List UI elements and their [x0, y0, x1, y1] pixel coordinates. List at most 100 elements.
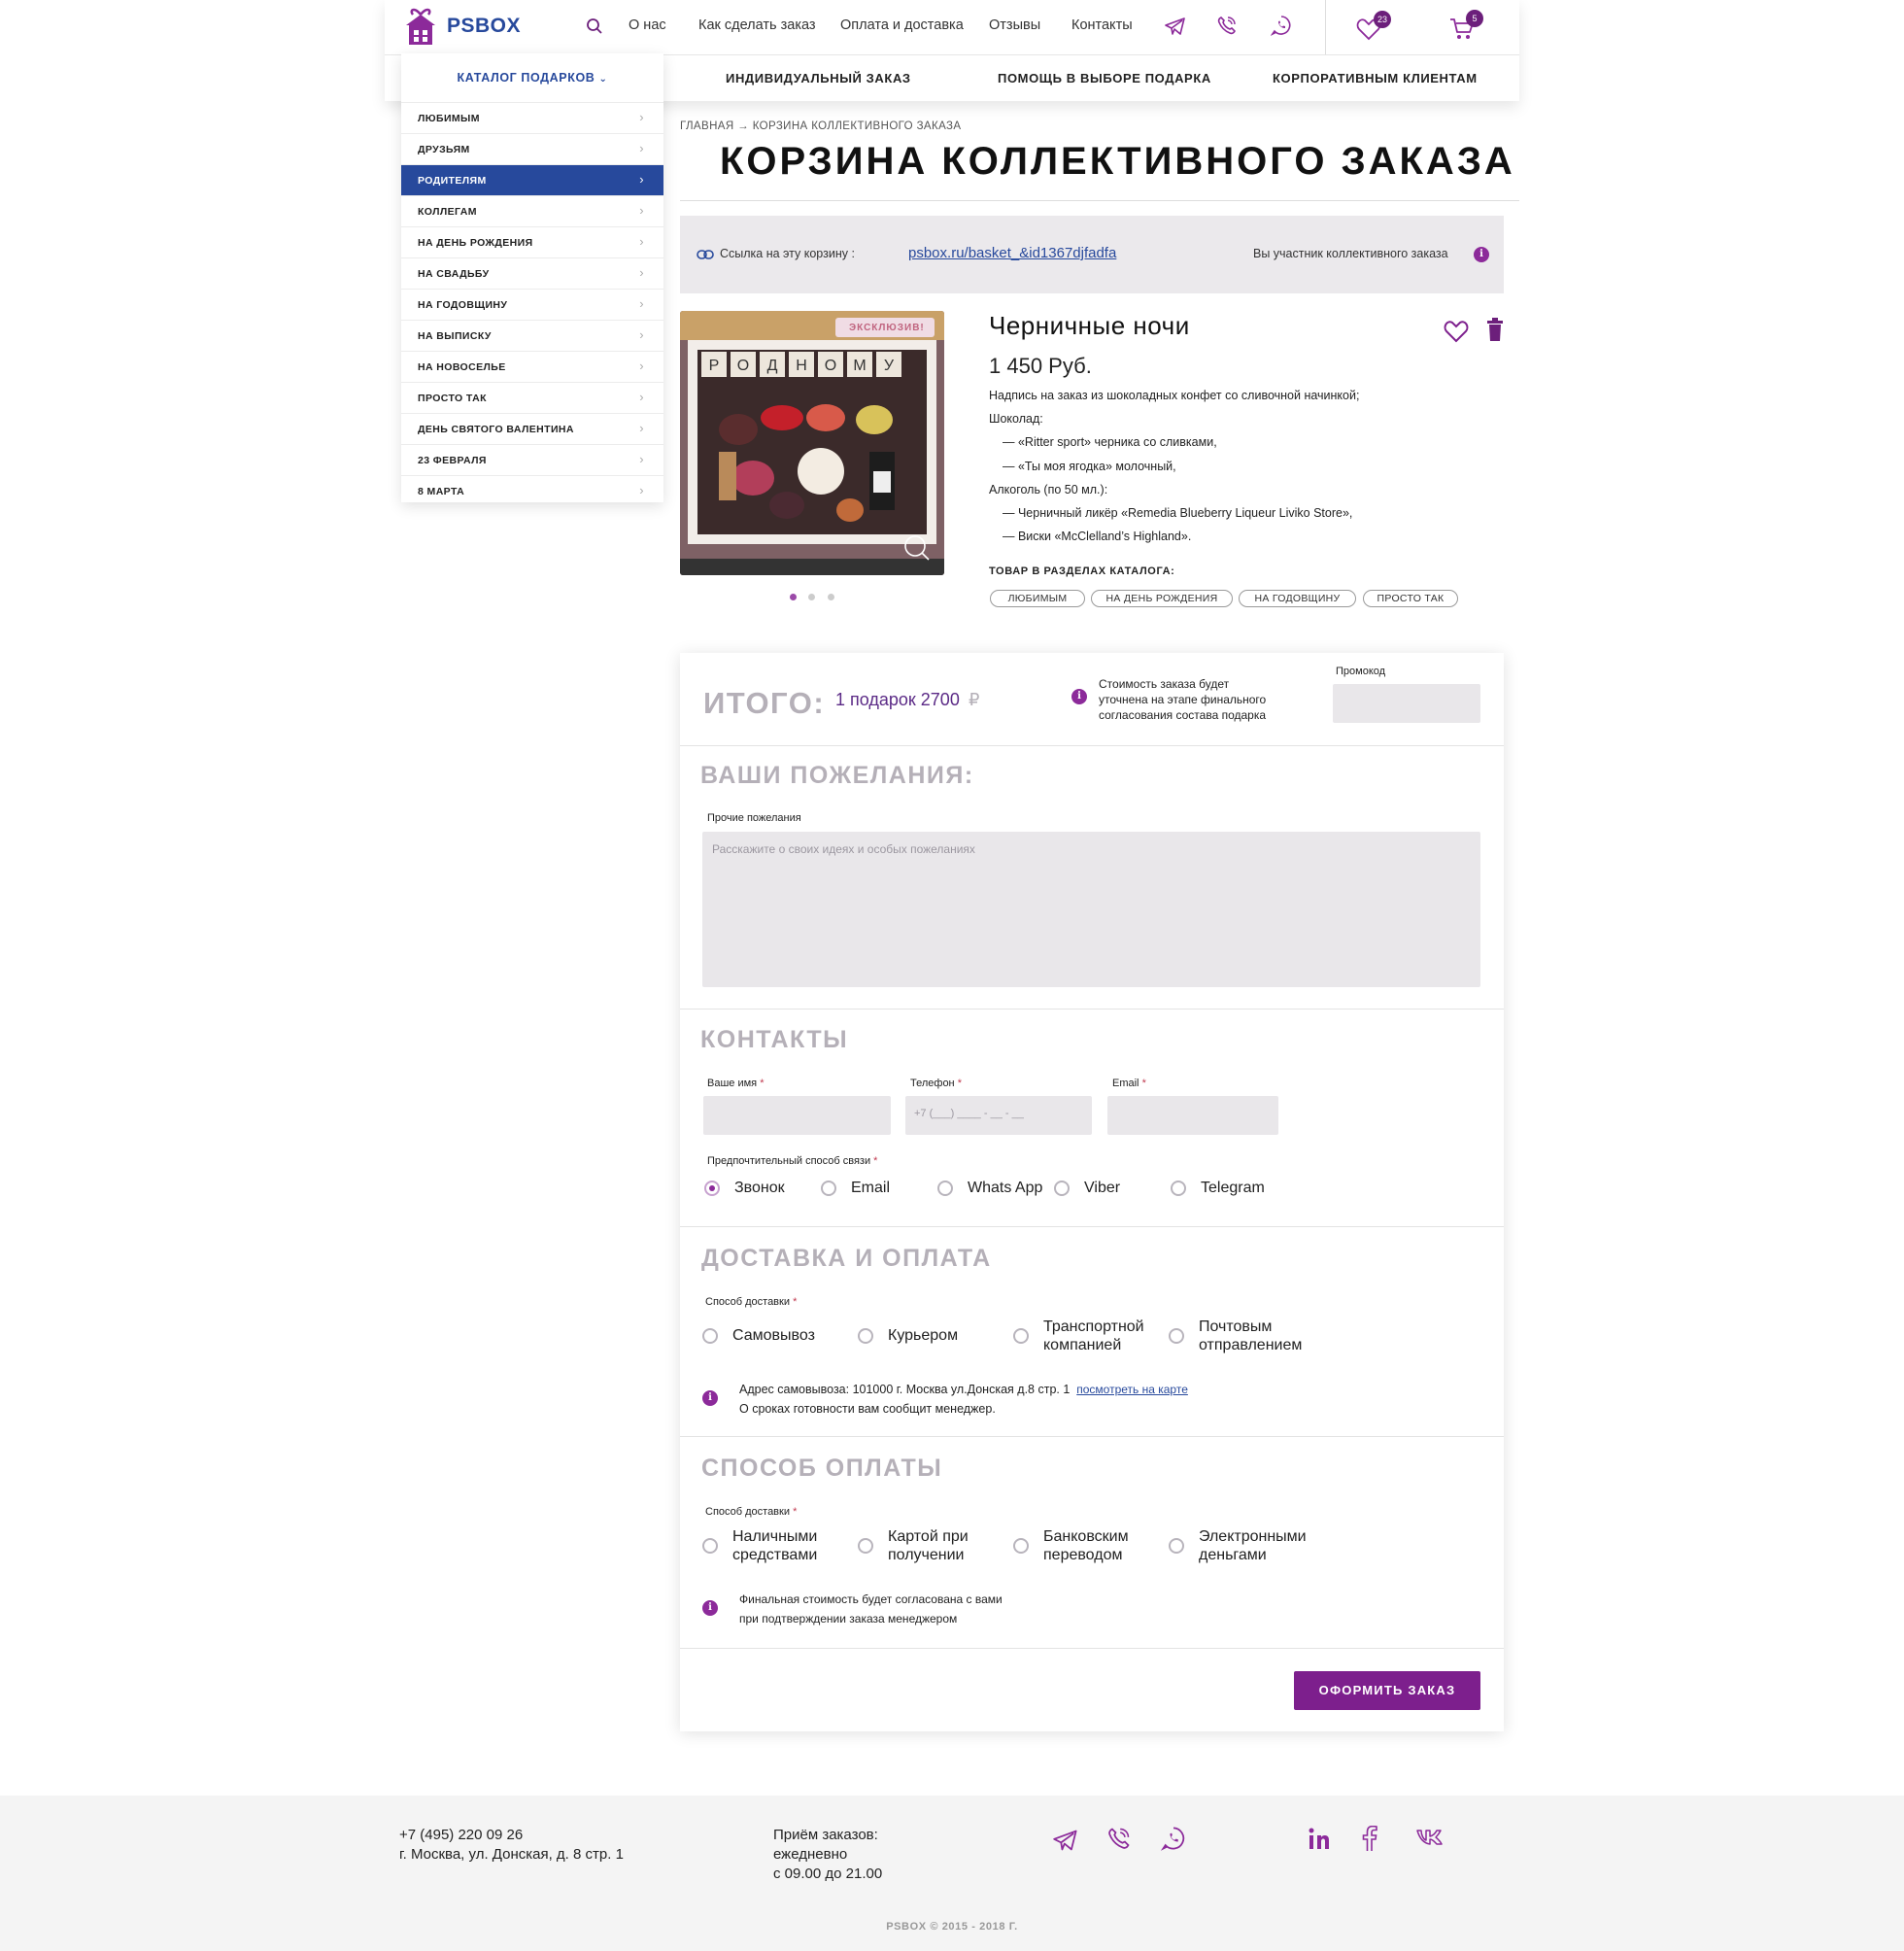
- radio-label-transport[interactable]: Транспортной компанией: [1043, 1318, 1144, 1354]
- catalog-tag[interactable]: ЛЮБИМЫМ: [990, 590, 1085, 607]
- nav-reviews[interactable]: Отзывы: [989, 17, 1040, 33]
- telegram-icon[interactable]: [1053, 1829, 1078, 1852]
- catalog-item[interactable]: ДЕНЬ СВЯТОГО ВАЛЕНТИНА ›: [401, 413, 663, 444]
- chevron-right-icon: ›: [639, 141, 644, 155]
- radio-courier[interactable]: [858, 1328, 873, 1344]
- map-link[interactable]: посмотреть на карте: [1076, 1383, 1188, 1396]
- promo-input[interactable]: [1333, 684, 1480, 723]
- share-link-url[interactable]: psbox.ru/basket_&id1367djfadfa: [908, 245, 1116, 261]
- nav-payment-delivery[interactable]: Оплата и доставка: [840, 17, 964, 33]
- catalog-item[interactable]: ДРУЗЬЯМ ›: [401, 133, 663, 164]
- radio-viber[interactable]: [1054, 1181, 1070, 1196]
- radio-label-courier[interactable]: Курьером: [888, 1326, 958, 1345]
- catalog-item[interactable]: ЛЮБИМЫМ ›: [401, 102, 663, 133]
- vk-icon[interactable]: [1416, 1829, 1444, 1846]
- catalog-item[interactable]: НА ГОДОВЩИНУ ›: [401, 289, 663, 320]
- subnav-individual-order[interactable]: ИНДИВИДУАЛЬНЫЙ ЗАКАЗ: [726, 71, 911, 86]
- catalog-item-label: ПРОСТО ТАК: [418, 393, 487, 404]
- letter-tile-text: М: [853, 358, 866, 374]
- breadcrumb-home[interactable]: ГЛАВНАЯ: [680, 120, 734, 132]
- subnav-gift-help[interactable]: ПОМОЩЬ В ВЫБОРЕ ПОДАРКА: [998, 71, 1211, 86]
- radio-call[interactable]: [704, 1181, 720, 1196]
- radio-emoney[interactable]: [1169, 1538, 1184, 1554]
- subnav-corporate[interactable]: КОРПОРАТИВНЫМ КЛИЕНТАМ: [1273, 71, 1478, 86]
- email-label: Email *: [1112, 1078, 1146, 1089]
- catalog-tag[interactable]: НА ДЕНЬ РОЖДЕНИЯ: [1091, 590, 1233, 607]
- payment-note: Финальная стоимость будет согласована с …: [739, 1592, 1003, 1626]
- nav-contacts[interactable]: Контакты: [1071, 17, 1133, 33]
- radio-label-emoney[interactable]: Электронными деньгами: [1199, 1527, 1307, 1564]
- facebook-icon[interactable]: [1362, 1826, 1377, 1851]
- catalog-item[interactable]: КОЛЛЕГАМ ›: [401, 195, 663, 226]
- catalog-tag[interactable]: ПРОСТО ТАК: [1363, 590, 1458, 607]
- footer-phone[interactable]: +7 (495) 220 09 26: [399, 1826, 624, 1845]
- radio-label-card[interactable]: Картой при получении: [888, 1527, 969, 1564]
- title-divider: [680, 200, 1519, 201]
- carousel-dot[interactable]: [808, 594, 815, 600]
- radio-label-telegram[interactable]: Telegram: [1201, 1179, 1265, 1197]
- radio-transport[interactable]: [1013, 1328, 1029, 1344]
- linkedin-icon[interactable]: [1308, 1828, 1333, 1851]
- heart-icon[interactable]: [1444, 320, 1469, 343]
- catalog-item[interactable]: 23 ФЕВРАЛЯ ›: [401, 444, 663, 475]
- catalog-tag[interactable]: НА ГОДОВЩИНУ: [1239, 590, 1356, 607]
- radio-label-post[interactable]: Почтовым отправлением: [1199, 1318, 1302, 1354]
- carousel-dot[interactable]: [828, 594, 834, 600]
- info-icon[interactable]: i: [1474, 247, 1489, 262]
- chevron-right-icon: ›: [639, 296, 644, 311]
- delivery-title: ДОСТАВКА И ОПЛАТА: [701, 1245, 992, 1272]
- delivery-method-label: Способ доставки *: [705, 1296, 798, 1308]
- whatsapp-icon[interactable]: [1271, 15, 1292, 36]
- letter-tile-text: О: [737, 358, 749, 374]
- catalog-item[interactable]: НА СВАДЬБУ ›: [401, 257, 663, 289]
- submit-order-button[interactable]: ОФОРМИТЬ ЗАКАЗ: [1294, 1671, 1480, 1710]
- chevron-right-icon: ›: [639, 234, 644, 249]
- search-icon[interactable]: [586, 17, 603, 35]
- product-description-line: Алкоголь (по 50 мл.):: [989, 482, 1108, 496]
- radio-label-cash[interactable]: Наличными средствами: [732, 1527, 817, 1564]
- radio-label-whatsapp[interactable]: Whats App: [968, 1179, 1042, 1197]
- product-image[interactable]: РОДНОМУ ЭКСКЛЮЗИВ! .: [680, 311, 944, 575]
- catalog-item[interactable]: НА НОВОСЕЛЬЕ ›: [401, 351, 663, 382]
- radio-label-email[interactable]: Email: [851, 1179, 890, 1197]
- nav-how-to-order[interactable]: Как сделать заказ: [698, 17, 816, 33]
- radio-whatsapp[interactable]: [937, 1181, 953, 1196]
- radio-telegram[interactable]: [1171, 1181, 1186, 1196]
- catalog-item[interactable]: НА ДЕНЬ РОЖДЕНИЯ ›: [401, 226, 663, 257]
- phone-input[interactable]: +7 (___) ____ - __ - __: [905, 1096, 1092, 1135]
- wishes-textarea[interactable]: Расскажите о своих идеях и особых пожела…: [702, 832, 1480, 987]
- radio-card[interactable]: [858, 1538, 873, 1554]
- radio-label-pickup[interactable]: Самовывоз: [732, 1326, 815, 1345]
- catalog-item[interactable]: РОДИТЕЛЯМ ›: [401, 164, 663, 195]
- radio-label-call[interactable]: Звонок: [734, 1179, 785, 1197]
- viber-icon[interactable]: [1216, 15, 1238, 36]
- radio-label-viber[interactable]: Viber: [1084, 1179, 1120, 1197]
- radio-post[interactable]: [1169, 1328, 1184, 1344]
- logo[interactable]: PSBOX: [404, 6, 521, 47]
- logo-text: PSBOX: [447, 15, 522, 37]
- telegram-icon[interactable]: [1165, 17, 1186, 36]
- nav-about[interactable]: О нас: [629, 17, 666, 33]
- catalog-item[interactable]: ПРОСТО ТАК ›: [401, 382, 663, 413]
- radio-email[interactable]: [821, 1181, 836, 1196]
- info-icon[interactable]: i: [1071, 689, 1087, 704]
- whatsapp-icon[interactable]: [1161, 1826, 1186, 1851]
- catalog-toggle[interactable]: КАТАЛОГ ПОДАРКОВ ⌄: [401, 71, 663, 85]
- section-divider: [680, 1226, 1504, 1227]
- catalog-item[interactable]: НА ВЫПИСКУ ›: [401, 320, 663, 351]
- payment-method-label: Способ доставки *: [705, 1506, 798, 1518]
- product-description-line: — «Ritter sport» черника со сливками,: [1003, 435, 1217, 450]
- footer-copyright: PSBOX © 2015 - 2018 Г.: [886, 1921, 1018, 1933]
- email-input[interactable]: [1107, 1096, 1278, 1135]
- catalog-item[interactable]: 8 МАРТА ›: [401, 475, 663, 506]
- viber-icon[interactable]: [1106, 1826, 1132, 1851]
- radio-cash[interactable]: [702, 1538, 718, 1554]
- radio-pickup[interactable]: [702, 1328, 718, 1344]
- radio-bank[interactable]: [1013, 1538, 1029, 1554]
- trash-icon[interactable]: [1486, 317, 1504, 342]
- letter-tile-text: О: [825, 358, 836, 374]
- carousel-dot[interactable]: [790, 594, 797, 600]
- wishes-placeholder: Расскажите о своих идеях и особых пожела…: [712, 842, 975, 856]
- name-input[interactable]: [703, 1096, 891, 1135]
- radio-label-bank[interactable]: Банковским переводом: [1043, 1527, 1129, 1564]
